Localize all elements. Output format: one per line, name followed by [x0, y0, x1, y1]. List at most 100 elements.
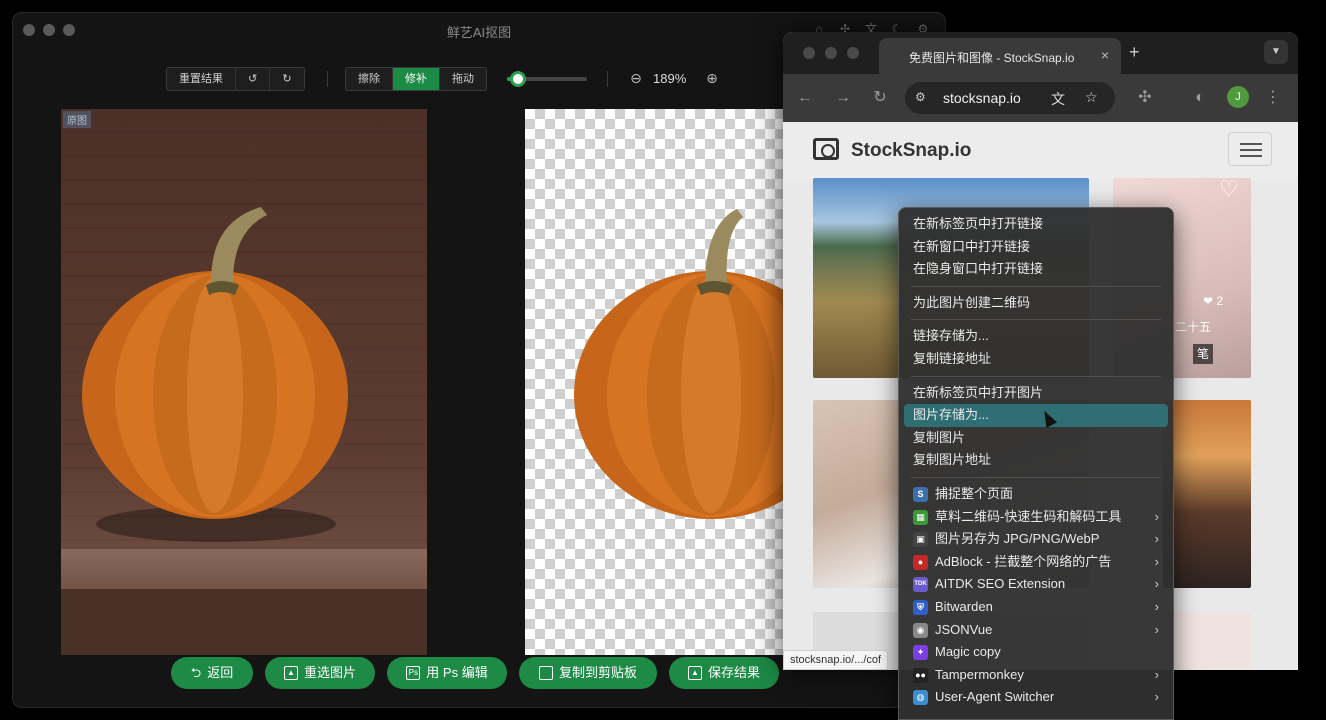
menu-ext-label: AdBlock - 拦截整个网络的广告: [935, 553, 1112, 569]
cutout-result-panel[interactable]: [525, 109, 785, 655]
copy-icon: [538, 666, 553, 680]
menu-open-link-new-tab[interactable]: 在新标签页中打开链接: [899, 213, 1173, 236]
browser-tab-strip: 免费图片和图像 - StockSnap.io × + ▼: [783, 32, 1298, 74]
new-tab-icon[interactable]: +: [1129, 42, 1140, 63]
submenu-chevron-icon: ›: [1154, 621, 1159, 637]
submenu-chevron-icon: ›: [1154, 508, 1159, 524]
forward-arrow-icon[interactable]: →: [833, 88, 853, 108]
capture-page-icon: S: [913, 486, 928, 502]
menu-ext-bitwarden[interactable]: ⛨ Bitwarden ›: [899, 596, 1173, 619]
menu-save-link-as[interactable]: 链接存储为...: [899, 325, 1173, 348]
reselect-image-label: 重选图片: [303, 665, 356, 680]
adblock-icon: ●: [913, 554, 928, 570]
menu-copy-link-address[interactable]: 复制链接地址: [899, 348, 1173, 371]
submenu-chevron-icon: ›: [1154, 553, 1159, 569]
submenu-chevron-icon: ›: [1154, 598, 1159, 614]
reselect-image-button[interactable]: ▲ 重选图片: [265, 657, 375, 689]
address-bar[interactable]: ⚙ stocksnap.io 文 ☆: [905, 82, 1115, 114]
toolbar-divider: [327, 71, 328, 87]
menu-ext-jsonvue[interactable]: ◉ JSONVue ›: [899, 619, 1173, 642]
menu-ext-capture-page[interactable]: S 捕捉整个页面: [899, 483, 1173, 506]
photo-tag[interactable]: 笔: [1193, 344, 1214, 364]
pumpkin-original-image: [82, 207, 348, 542]
zoom-level: 189%: [653, 71, 687, 86]
redo-icon[interactable]: ↻: [270, 68, 304, 90]
extension-shield-icon[interactable]: ◐: [1190, 88, 1210, 108]
menu-ext-magic-copy[interactable]: ✦ Magic copy: [899, 641, 1173, 664]
menu-ext-user-agent-switcher[interactable]: ◍ User-Agent Switcher ›: [899, 686, 1173, 709]
save-result-button[interactable]: ▲ 保存结果: [669, 657, 779, 689]
menu-create-qr-code[interactable]: 为此图片创建二维码: [899, 292, 1173, 315]
back-arrow-icon[interactable]: ←: [795, 88, 815, 108]
photo-grid-item[interactable]: [1163, 612, 1251, 670]
active-tab[interactable]: 免费图片和图像 - StockSnap.io ×: [879, 38, 1121, 74]
menu-open-link-new-window[interactable]: 在新窗口中打开链接: [899, 236, 1173, 259]
menu-ext-adblock[interactable]: ● AdBlock - 拦截整个网络的广告 ›: [899, 551, 1173, 574]
submenu-chevron-icon: ›: [1154, 689, 1159, 705]
zoom-in-icon[interactable]: ⊕: [703, 69, 721, 87]
extension-menu-items: S 捕捉整个页面 ▦ 草料二维码-快速生码和解码工具 › ▣ 图片另存为 JPG/PNG/W…: [899, 483, 1173, 709]
menu-ext-label: 草料二维码-快速生码和解码工具: [935, 508, 1122, 524]
menu-ext-save-image-format[interactable]: ▣ 图片另存为 JPG/PNG/WebP ›: [899, 528, 1173, 551]
menu-ext-aitdk-seo[interactable]: TDK AITDK SEO Extension ›: [899, 573, 1173, 596]
hamburger-menu-icon[interactable]: [1228, 132, 1272, 166]
more-menu-icon[interactable]: ⋮: [1263, 88, 1283, 108]
photo-sunset[interactable]: [1163, 400, 1251, 588]
bookmark-star-icon[interactable]: ☆: [1085, 89, 1098, 106]
camera-logo-icon[interactable]: [813, 138, 839, 160]
save-image-format-icon: ▣: [913, 532, 928, 548]
repair-mode-button[interactable]: 修补: [393, 68, 440, 90]
save-result-label: 保存结果: [707, 665, 760, 680]
translate-icon[interactable]: 文: [1051, 89, 1065, 109]
link-status-bar: stocksnap.io/.../cof: [783, 650, 889, 670]
tab-close-icon[interactable]: ×: [1101, 47, 1109, 63]
browser-minimize-button[interactable]: [825, 47, 837, 59]
edit-in-ps-label: 用 Ps 编辑: [426, 665, 488, 680]
back-button[interactable]: ⮌ 返回: [171, 657, 253, 689]
menu-separator: [911, 476, 1161, 478]
menu-ext-label: 捕捉整个页面: [935, 485, 1014, 501]
menu-save-image-as[interactable]: 图片存储为...: [904, 404, 1168, 427]
reload-icon[interactable]: ↻: [870, 88, 890, 108]
menu-separator: [911, 375, 1161, 377]
menu-copy-image-address[interactable]: 复制图片地址: [899, 449, 1173, 472]
menu-separator: [911, 319, 1161, 321]
brush-size-slider[interactable]: [507, 71, 587, 87]
menu-open-image-new-tab[interactable]: 在新标签页中打开图片: [899, 382, 1173, 405]
photoshop-icon: Ps: [406, 666, 421, 680]
menu-open-link-incognito[interactable]: 在隐身窗口中打开链接: [899, 258, 1173, 281]
heart-icon[interactable]: ♡: [1219, 176, 1239, 202]
undo-icon[interactable]: ↺: [236, 68, 270, 90]
tab-search-chevron-icon[interactable]: ▼: [1264, 40, 1288, 64]
original-image-panel[interactable]: 原图: [61, 109, 427, 655]
extensions-puzzle-icon[interactable]: ✣: [1135, 88, 1155, 108]
slider-handle[interactable]: [510, 71, 527, 87]
menu-copy-image[interactable]: 复制图片: [899, 427, 1173, 450]
url-text: stocksnap.io: [943, 90, 1021, 106]
zoom-out-icon[interactable]: ⊖: [627, 69, 645, 87]
copy-to-clipboard-button[interactable]: 复制到剪贴板: [519, 657, 657, 689]
menu-ext-tampermonkey[interactable]: ●● Tampermonkey ›: [899, 664, 1173, 687]
magic-copy-icon: ✦: [913, 645, 928, 661]
drag-mode-button[interactable]: 拖动: [440, 68, 486, 90]
browser-close-button[interactable]: [803, 47, 815, 59]
menu-ext-label: Bitwarden: [935, 598, 993, 614]
site-logo-text[interactable]: StockSnap.io: [851, 140, 971, 162]
edit-in-ps-button[interactable]: Ps 用 Ps 编辑: [387, 657, 507, 689]
save-image-icon: ▲: [687, 666, 702, 680]
menu-ext-qr-tool[interactable]: ▦ 草料二维码-快速生码和解码工具 ›: [899, 506, 1173, 529]
site-header: StockSnap.io: [783, 122, 1298, 180]
context-menu: 在新标签页中打开链接 在新窗口中打开链接 在隐身窗口中打开链接 为此图片创建二维…: [898, 207, 1174, 720]
tab-title: 免费图片和图像 - StockSnap.io: [909, 51, 1075, 65]
erase-mode-button[interactable]: 擦除: [346, 68, 393, 90]
user-agent-switcher-icon: ◍: [913, 690, 928, 706]
submenu-chevron-icon: ›: [1154, 666, 1159, 682]
image-icon: ▲: [283, 666, 298, 680]
reset-result-button[interactable]: 重置结果: [167, 68, 236, 90]
menu-ext-label: AITDK SEO Extension: [935, 576, 1066, 592]
browser-zoom-button[interactable]: [847, 47, 859, 59]
menu-ext-label: JSONVue: [935, 621, 993, 637]
site-info-icon[interactable]: ⚙: [915, 90, 926, 104]
copy-to-clipboard-label: 复制到剪贴板: [558, 665, 637, 680]
profile-avatar[interactable]: J: [1227, 86, 1249, 108]
